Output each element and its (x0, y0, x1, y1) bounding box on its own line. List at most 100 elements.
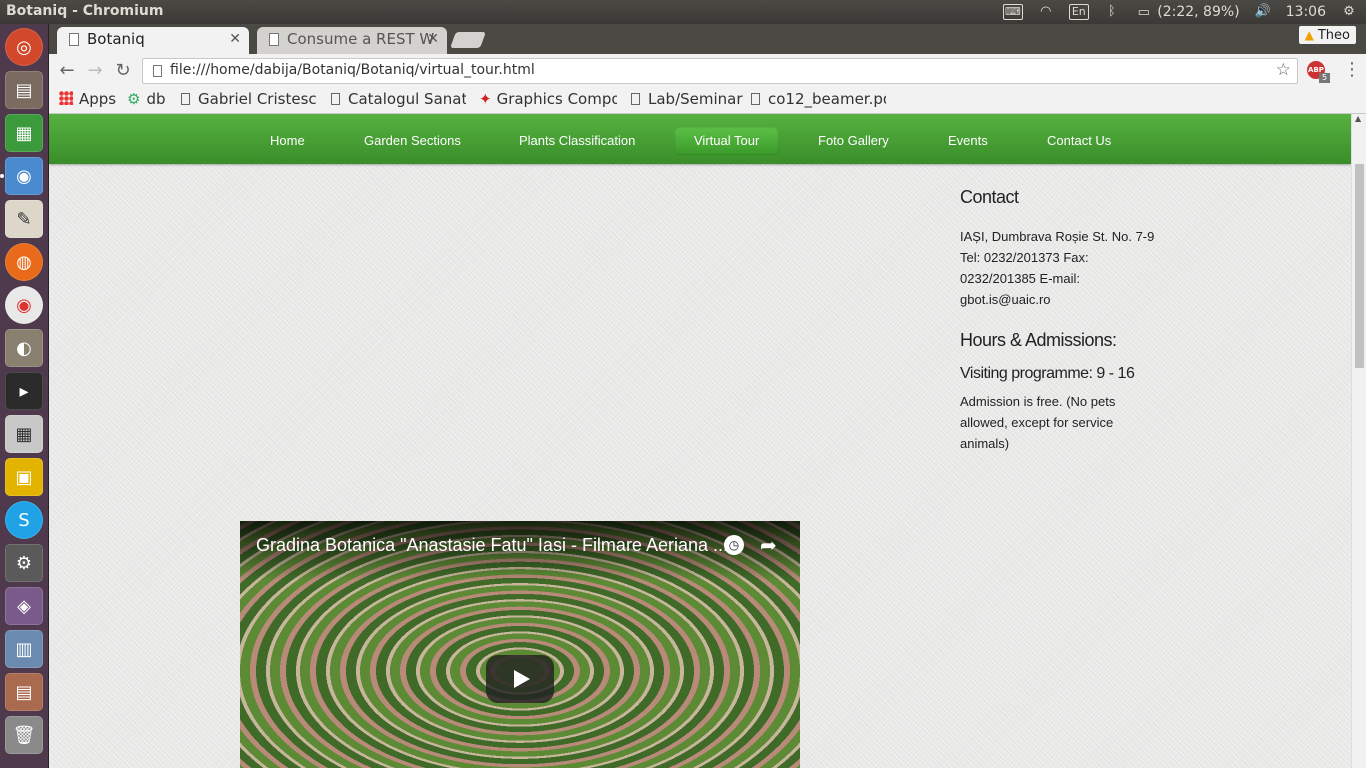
nav-events[interactable]: Events (948, 127, 988, 155)
bookmark-lab[interactable]: Lab/Seminar (631, 90, 743, 108)
page-icon (631, 93, 640, 105)
bookmark-label: Graphics Compo (496, 90, 617, 108)
tab-label: Consume a REST W (287, 30, 435, 48)
gear-icon[interactable]: ⚙ (1340, 4, 1358, 20)
tab-botaniq[interactable]: Botaniq ✕ (57, 27, 249, 54)
battery-status: (2:22, 89%) (1157, 3, 1240, 20)
menu-icon[interactable]: ⋮ (1343, 59, 1361, 80)
contact-text: IAȘI, Dumbrava Roșie St. No. 7-9 Tel: 02… (960, 229, 1155, 307)
skype-icon[interactable]: S (5, 501, 43, 539)
nav-contact-us[interactable]: Contact Us (1047, 127, 1111, 155)
address-bar[interactable]: file:///home/dabija/Botaniq/Botaniq/virt… (142, 58, 1298, 84)
bookmark-label: Lab/Seminar (648, 90, 743, 108)
bookmark-db[interactable]: ⚙ db (127, 90, 166, 108)
bookmark-graphics[interactable]: ✦ Graphics Compo (479, 90, 617, 108)
nav-foto-gallery[interactable]: Foto Gallery (818, 127, 889, 155)
toolbar: ← → ↻ file:///home/dabija/Botaniq/Botani… (49, 54, 1366, 88)
bookmark-label: Catalogul Sanata (348, 90, 466, 108)
calculator-icon[interactable]: ▦ (5, 415, 43, 453)
hours-heading: Hours & Admissions: (960, 330, 1117, 350)
firefox-icon[interactable]: ◍ (5, 243, 43, 281)
profile-name: Theo (1317, 28, 1350, 43)
bookmark-label: Apps (79, 90, 117, 108)
video-title[interactable]: Gradina Botanica "Anastasie Fatu" Iasi -… (256, 535, 728, 556)
launcher: ◎ ▤ ▦ ◉ ✎ ◍ ◉ ◐ ▸ ▦ ▣ S ⚙ ◈ ▥ ▤ 🗑 (0, 24, 49, 768)
browser-window: Botaniq ✕ Consume a REST W ✕ ▲ Theo ← → ↻… (49, 24, 1366, 768)
close-icon[interactable]: ✕ (427, 27, 439, 52)
bookmarks-bar: Apps ⚙ db Gabriel Cristescu Catalogul San… (49, 88, 1366, 114)
back-icon[interactable]: ← (56, 60, 78, 82)
reload-icon[interactable]: ↻ (112, 60, 134, 82)
chrome-icon[interactable]: ◉ (5, 286, 43, 324)
scrollbar[interactable]: ▲ (1351, 114, 1366, 768)
keyboard-indicator-icon[interactable]: ⌨ (1002, 4, 1023, 20)
profile-button[interactable]: ▲ Theo (1298, 26, 1356, 44)
warning-icon: ▲ (1304, 28, 1314, 42)
bluetooth-icon[interactable]: ᛒ (1103, 4, 1121, 20)
page-icon (153, 65, 162, 77)
bookmark-label: db (146, 90, 166, 108)
chromium-icon[interactable]: ◉ (5, 157, 43, 195)
bookmark-co12[interactable]: co12_beamer.pd (751, 90, 886, 108)
settings-icon[interactable]: ⚙ (5, 544, 43, 582)
site-navigation: Home Garden Sections Plants Classificati… (49, 114, 1351, 164)
new-tab-button[interactable] (450, 32, 486, 48)
nav-plants-classification[interactable]: Plants Classification (519, 127, 635, 155)
page-icon (181, 93, 190, 105)
visiting-programme: Visiting programme: 9 - 16 (960, 365, 1135, 382)
video-embed[interactable]: Gradina Botanica "Anastasie Fatu" Iasi -… (240, 521, 800, 768)
app-icon[interactable]: ◈ (5, 587, 43, 625)
apps-icon (59, 91, 73, 105)
forward-icon[interactable]: → (84, 60, 106, 82)
bookmark-catalogul[interactable]: Catalogul Sanata (331, 90, 466, 108)
text-editor-icon[interactable]: ✎ (5, 200, 43, 238)
scroll-thumb[interactable] (1355, 164, 1364, 368)
battery-indicator[interactable]: ▭ (2:22, 89%) (1135, 4, 1240, 21)
nav-home[interactable]: Home (270, 127, 305, 155)
page-icon (751, 93, 760, 105)
gimp-icon[interactable]: ◐ (5, 329, 43, 367)
tab-strip: Botaniq ✕ Consume a REST W ✕ ▲ Theo (49, 24, 1366, 54)
close-icon[interactable]: ✕ (229, 27, 241, 52)
app-icon[interactable]: ▤ (5, 673, 43, 711)
spreadsheet-icon[interactable]: ▦ (5, 114, 43, 152)
page-icon (269, 33, 279, 46)
bookmark-label: co12_beamer.pd (768, 90, 886, 108)
graphics-icon: ✦ (479, 90, 492, 108)
system-tray: ⌨ ◠ En ᛒ ▭ (2:22, 89%) 🔊 13:06 ⚙ (1002, 0, 1358, 24)
terminal-icon[interactable]: ▸ (5, 372, 43, 410)
nav-virtual-tour[interactable]: Virtual Tour (674, 127, 780, 155)
app-icon[interactable]: ▥ (5, 630, 43, 668)
dash-icon[interactable]: ◎ (5, 28, 43, 66)
page-icon (69, 33, 79, 46)
wifi-icon[interactable]: ◠ (1037, 4, 1055, 20)
bookmark-label: Gabriel Cristescu (198, 90, 316, 108)
battery-icon: ▭ (1137, 4, 1150, 20)
trash-icon[interactable]: 🗑 (5, 716, 43, 754)
page-icon (331, 93, 340, 105)
window-title: Botaniq - Chromium (6, 3, 164, 19)
files-icon[interactable]: ▤ (5, 71, 43, 109)
page-viewport: Home Garden Sections Plants Classificati… (49, 114, 1366, 768)
scroll-up-icon[interactable]: ▲ (1355, 114, 1361, 123)
volume-icon[interactable]: 🔊 (1254, 4, 1272, 20)
bookmark-gabriel[interactable]: Gabriel Cristescu (181, 90, 316, 108)
bookmark-apps[interactable]: Apps (59, 90, 116, 108)
nav-garden-sections[interactable]: Garden Sections (364, 127, 461, 155)
keyboard-layout[interactable]: En (1068, 4, 1089, 20)
watch-later-icon[interactable]: ◷ (724, 535, 744, 555)
share-icon[interactable]: ➦ (760, 533, 777, 557)
admission-text: Admission is free. (No pets allowed, exc… (960, 394, 1116, 451)
tab-rest[interactable]: Consume a REST W ✕ (257, 27, 447, 54)
top-panel: Botaniq - Chromium ⌨ ◠ En ᛒ ▭ (2:22, 89%… (0, 0, 1366, 24)
clock[interactable]: 13:06 (1286, 4, 1326, 20)
star-icon[interactable]: ☆ (1276, 60, 1291, 80)
sidebar: Contact IAȘI, Dumbrava Roșie St. No. 7-9… (960, 187, 1155, 474)
url-text[interactable]: file:///home/dabija/Botaniq/Botaniq/virt… (170, 62, 535, 78)
play-button[interactable] (486, 655, 554, 703)
db-icon: ⚙ (127, 90, 141, 108)
contact-heading: Contact (960, 187, 1019, 207)
running-indicator (0, 174, 4, 178)
tab-label: Botaniq (87, 30, 145, 48)
package-icon[interactable]: ▣ (5, 458, 43, 496)
